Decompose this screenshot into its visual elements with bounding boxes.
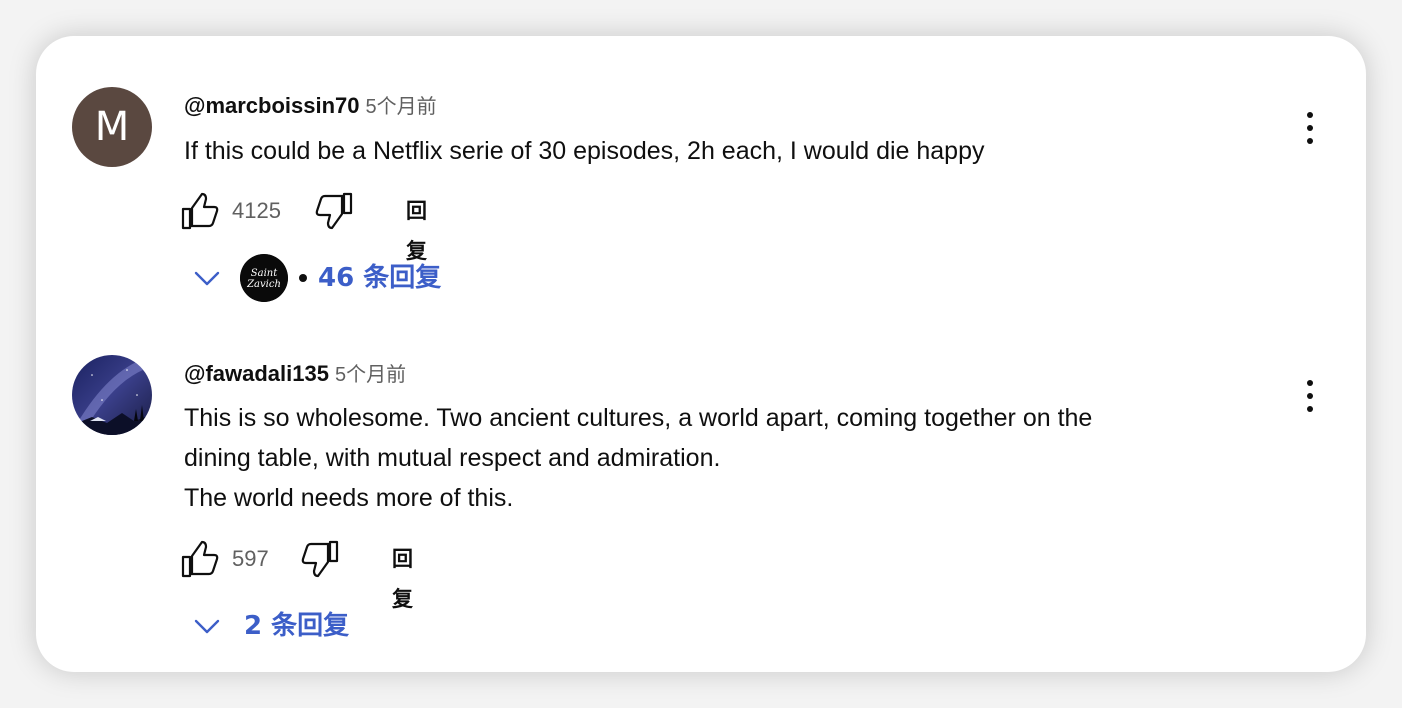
comments-panel: M @marcboissin70 5个月前 If this could be a … — [36, 36, 1366, 672]
replies-count-label[interactable]: 46 条回复 — [318, 254, 441, 302]
chevron-down-icon — [194, 619, 220, 634]
night-sky-avatar-icon — [72, 355, 152, 435]
more-options-button[interactable] — [1292, 376, 1328, 416]
view-replies-button[interactable]: Saint Zavich 46 条回复 — [188, 254, 488, 302]
thumbs-down-icon — [301, 540, 339, 578]
more-vert-icon-dot — [1307, 125, 1313, 131]
comment-text-line: dining table, with mutual respect and ad… — [184, 444, 721, 472]
like-button[interactable] — [180, 191, 220, 231]
more-vert-icon-dot — [1307, 380, 1313, 386]
comment-text-line: If this could be a Netflix serie of 30 e… — [184, 137, 985, 165]
dislike-button[interactable] — [314, 191, 354, 231]
chevron-down-icon — [194, 271, 220, 286]
more-options-button[interactable] — [1292, 108, 1328, 148]
svg-text:Zavich: Zavich — [246, 279, 281, 290]
comment-text-line: The world needs more of this. — [184, 484, 514, 512]
more-vert-icon-dot — [1307, 112, 1313, 118]
view-replies-button[interactable]: 2 条回复 — [188, 602, 408, 650]
like-count: 4125 — [232, 198, 281, 223]
comment-header: @fawadali135 5个月前 — [184, 358, 406, 388]
comment-text: If this could be a Netflix serie of 30 e… — [184, 131, 1244, 171]
reply-avatar: Saint Zavich — [240, 254, 288, 302]
thumbs-up-icon — [181, 192, 219, 230]
comment-text: This is so wholesome. Two ancient cultur… — [184, 398, 1244, 518]
saint-zavich-logo-icon: Saint Zavich — [240, 254, 288, 302]
comment-time[interactable]: 5个月前 — [335, 364, 406, 386]
author-name[interactable]: @fawadali135 — [184, 361, 329, 386]
separator-dot — [299, 274, 307, 282]
more-vert-icon-dot — [1307, 138, 1313, 144]
thumbs-up-icon — [181, 540, 219, 578]
comment-time[interactable]: 5个月前 — [366, 96, 437, 118]
avatar[interactable] — [72, 355, 152, 435]
comment-header: @marcboissin70 5个月前 — [184, 90, 437, 120]
more-vert-icon-dot — [1307, 393, 1313, 399]
avatar[interactable]: M — [72, 87, 152, 167]
like-count: 597 — [232, 546, 269, 571]
svg-text:Saint: Saint — [251, 268, 278, 279]
more-vert-icon-dot — [1307, 406, 1313, 412]
comment-text-line: This is so wholesome. Two ancient cultur… — [184, 404, 1093, 432]
like-button[interactable] — [180, 539, 220, 579]
dislike-button[interactable] — [300, 539, 340, 579]
thumbs-down-icon — [315, 192, 353, 230]
replies-count-label[interactable]: 2 条回复 — [244, 602, 349, 650]
author-name[interactable]: @marcboissin70 — [184, 93, 360, 118]
